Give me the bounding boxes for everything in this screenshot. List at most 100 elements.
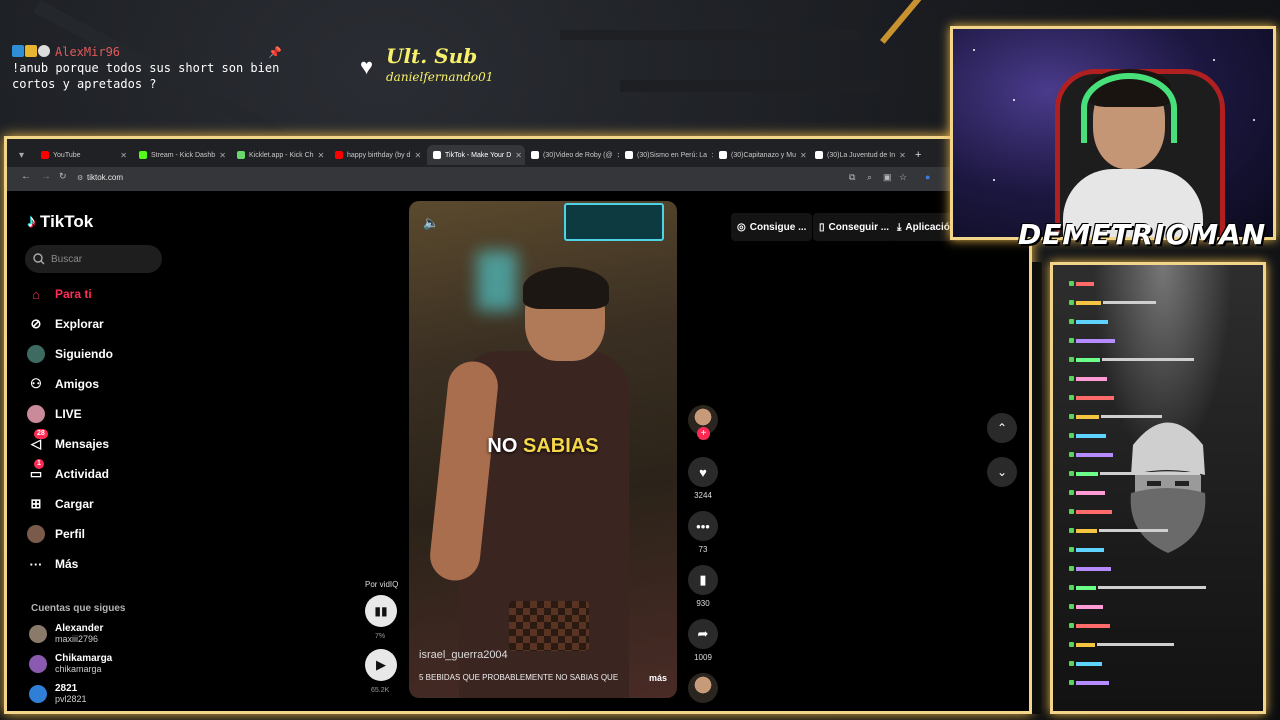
sidebar-item-cargar[interactable]: ⊞ Cargar: [27, 495, 94, 513]
sidebar-item-actividad[interactable]: ▭ 1 Actividad: [27, 459, 109, 483]
sidebar-item-label: Perfil: [55, 527, 86, 541]
crown-icon: [25, 45, 37, 57]
search-icon: [33, 253, 45, 265]
chat-line: [1069, 452, 1113, 457]
ceiling-beam: [620, 80, 880, 92]
chat-line: [1069, 471, 1200, 476]
close-icon[interactable]: ✕: [899, 151, 905, 160]
new-tab-button[interactable]: +: [909, 145, 929, 165]
video-username[interactable]: israel_guerra2004: [419, 649, 508, 661]
sidebar-item-perfil[interactable]: Perfil: [27, 525, 85, 543]
following-account[interactable]: Chikamarga chikamarga: [29, 653, 112, 674]
tab-capitanazo[interactable]: (30)Capitanazo y Mu ✕: [713, 145, 809, 165]
chat-username-bar: [1076, 661, 1102, 666]
tab-sismo[interactable]: (30)Sismo en Perú: La✕: [619, 145, 713, 165]
link-label: Conseguir ...: [828, 221, 890, 233]
sidebar-item-mensajes[interactable]: ◁ 28 Mensajes: [27, 429, 109, 453]
side-rail: [1032, 262, 1042, 714]
sidebar-item-mas[interactable]: ··· Más: [27, 555, 79, 573]
chat-username-bar: [1076, 395, 1114, 400]
url-field[interactable]: tiktok.com: [87, 173, 123, 182]
video-caption: NO SABIAS: [409, 435, 677, 458]
sidebar-item-label: Siguiendo: [55, 347, 113, 361]
tab-video-roby[interactable]: (30)Video de Roby (@✕: [525, 145, 619, 165]
tiktok-logo[interactable]: ♪ TikTok: [27, 211, 93, 232]
share-button[interactable]: ➦ 1009: [687, 619, 719, 662]
chat-username-bar: [1076, 547, 1104, 552]
creator-avatar[interactable]: +: [687, 405, 719, 440]
tab-label: Kicklet.app - Kick Ch: [249, 151, 314, 159]
star: [1213, 59, 1215, 61]
sidebar-item-para-ti[interactable]: ⌂ Para ti: [27, 285, 92, 303]
account-name: Chikamarga: [55, 653, 113, 664]
chat-username-bar: [1076, 642, 1095, 647]
close-icon[interactable]: ✕: [219, 151, 226, 160]
close-icon[interactable]: ✕: [800, 151, 807, 160]
sidebar-item-live[interactable]: LIVE: [27, 405, 82, 423]
tab-kick-dashboard[interactable]: Stream - Kick Dashb ✕: [133, 145, 231, 165]
previous-video-button[interactable]: ⌃: [987, 413, 1017, 443]
sidebar-item-explorar[interactable]: ⊘ Explorar: [27, 315, 104, 333]
more-icon: ···: [29, 556, 43, 572]
following-account[interactable]: Alexander maxiii2796: [29, 623, 103, 644]
music-disc[interactable]: [687, 673, 719, 703]
zoom-icon[interactable]: ⌕: [867, 172, 872, 183]
back-icon[interactable]: ←: [21, 171, 31, 182]
chat-line: [1069, 661, 1102, 666]
chat-username-bar: [1076, 452, 1113, 457]
chat-text-bar: [1103, 301, 1156, 304]
chat-username-bar: [1076, 338, 1115, 343]
close-icon[interactable]: ✕: [515, 151, 522, 160]
profile-avatar-icon[interactable]: ●: [925, 172, 930, 182]
tab-label: (30)Video de Roby (@: [543, 151, 613, 159]
star: [993, 179, 995, 181]
translate-icon[interactable]: ⧉: [849, 172, 855, 183]
get-coins-link[interactable]: ◎ Consigue ...: [731, 213, 813, 241]
cast-icon[interactable]: ▣: [883, 172, 892, 183]
chat-line: [1069, 623, 1110, 628]
chat-username-bar: [1076, 623, 1110, 628]
close-icon[interactable]: ✕: [120, 151, 127, 160]
close-icon[interactable]: ✕: [414, 151, 421, 160]
vidiq-label: Por vidIQ: [365, 580, 399, 589]
search-input[interactable]: Buscar: [25, 245, 162, 273]
following-account[interactable]: 2821 pvl2821: [29, 683, 87, 704]
youtube-icon: [41, 151, 49, 159]
tab-bar: ▾ YouTube ✕ Stream - Kick Dashb ✕ Kicklet.…: [7, 139, 1029, 167]
comment-button[interactable]: ••• 73: [687, 511, 719, 554]
volume-icon[interactable]: 🔈: [423, 215, 439, 231]
vidiq-stats-button[interactable]: ▮▮: [365, 595, 397, 627]
get-app-link[interactable]: ▯ Conseguir ...: [813, 213, 896, 241]
chat-line: [1069, 566, 1111, 571]
close-icon[interactable]: ✕: [318, 151, 325, 160]
tab-tiktok[interactable]: TikTok - Make Your D ✕: [427, 145, 525, 165]
tab-happy-birthday[interactable]: happy birthday (by d ✕: [329, 145, 427, 165]
sidebar-item-siguiendo[interactable]: Siguiendo: [27, 345, 113, 363]
heart-icon: ♥: [688, 457, 718, 487]
upload-icon: ⊞: [30, 496, 42, 511]
chat-line: [1069, 490, 1105, 495]
like-button[interactable]: ♥ 3244: [687, 457, 719, 500]
follow-plus-icon[interactable]: +: [697, 427, 710, 440]
kicklet-icon: [237, 151, 245, 159]
avatar: [29, 684, 47, 703]
play-button[interactable]: ▶: [365, 649, 397, 681]
video-player[interactable]: NO SABIAS 🔈 israel_guerra2004 5 BEBIDAS …: [409, 201, 677, 698]
chat-badge-icon: [1069, 661, 1074, 666]
site-info-icon[interactable]: ⚙: [77, 174, 83, 182]
more-link[interactable]: más: [649, 673, 667, 683]
save-button[interactable]: ▮ 930: [687, 565, 719, 608]
reload-icon[interactable]: ↻: [59, 171, 67, 182]
sidebar-item-amigos[interactable]: ⚇ Amigos: [27, 375, 99, 393]
chat-username-bar: [1076, 300, 1101, 305]
sidebar-item-label: Más: [55, 557, 79, 571]
tab-kicklet[interactable]: Kicklet.app - Kick Ch ✕: [231, 145, 329, 165]
chat-username-bar: [1076, 680, 1109, 685]
tab-juventud[interactable]: (30)La Juventud de In✕: [809, 145, 905, 165]
chat-username-bar: [1076, 585, 1096, 590]
next-video-button[interactable]: ⌄: [987, 457, 1017, 487]
chat-username-bar: [1076, 319, 1108, 324]
bookmark-star-icon[interactable]: ☆: [899, 172, 907, 183]
forward-icon[interactable]: →: [41, 171, 51, 182]
tab-youtube[interactable]: YouTube ✕: [35, 145, 133, 165]
